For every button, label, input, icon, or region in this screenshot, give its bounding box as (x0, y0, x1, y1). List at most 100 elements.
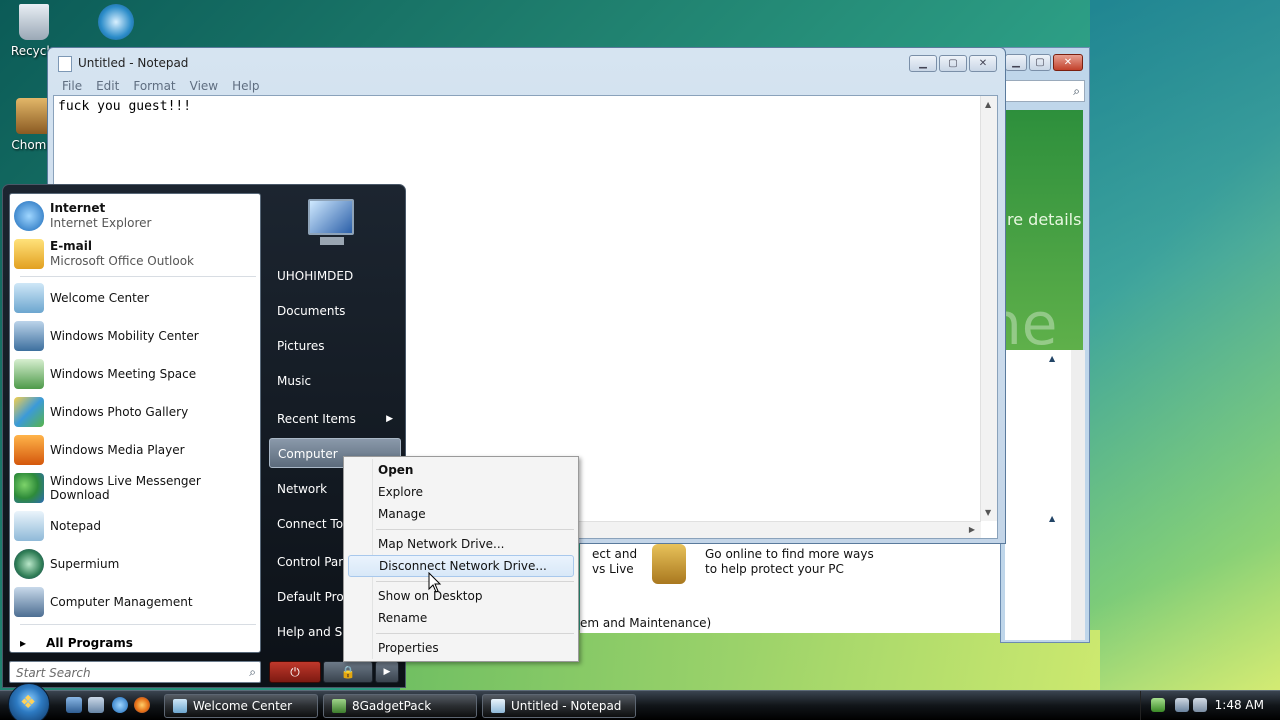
minimize-icon[interactable]: ▁ (909, 55, 937, 72)
menu-view[interactable]: View (190, 79, 218, 93)
start-right-recent-items[interactable]: Recent Items ▶ (269, 404, 401, 434)
scroll-down-icon[interactable]: ▼ (985, 508, 991, 517)
start-right-documents[interactable]: Documents (269, 296, 401, 326)
start-right-user[interactable]: UHOHIMDED (269, 261, 401, 291)
search-icon: ⌕ (1073, 84, 1080, 98)
menu-edit[interactable]: Edit (96, 79, 119, 93)
program-label: Windows Meeting Space (50, 367, 197, 381)
window-caption-buttons: ▁ ▢ ✕ (909, 55, 997, 72)
close-icon[interactable]: ✕ (1053, 54, 1083, 71)
taskbar-button-label: 8GadgetPack (352, 699, 432, 713)
program-item[interactable]: Windows Meeting Space (14, 356, 258, 392)
program-item[interactable]: Windows Mobility Center (14, 318, 258, 354)
all-programs-button[interactable]: ▸ All Programs (20, 636, 133, 650)
scroll-up-icon[interactable]: ▲ (985, 100, 991, 109)
meeting-space-icon (14, 359, 44, 389)
network-icon[interactable] (1175, 698, 1189, 712)
program-item[interactable]: Supermium (14, 546, 258, 582)
taskbar-button-8gadgetpack[interactable]: 8GadgetPack (323, 694, 477, 718)
firefox-icon[interactable] (134, 697, 150, 713)
desktop-icon-browser[interactable] (86, 4, 146, 44)
ctx-rename[interactable]: Rename (348, 607, 574, 629)
pinned-item-title: E-mail (50, 239, 93, 253)
scrollbar[interactable] (1071, 350, 1085, 640)
volume-muted-icon[interactable] (1193, 698, 1207, 712)
ctx-disconnect-network-drive[interactable]: Disconnect Network Drive... (348, 555, 574, 577)
ctx-properties[interactable]: Properties (348, 637, 574, 659)
menu-file[interactable]: File (62, 79, 82, 93)
shutdown-options-button[interactable]: ▶ (375, 661, 399, 683)
address-search-box[interactable]: ⌕ (1005, 80, 1085, 102)
program-label: Windows Live Messenger Download (50, 474, 201, 502)
taskbar-button-notepad[interactable]: Untitled - Notepad (482, 694, 636, 718)
chevron-right-icon: ▶ (383, 667, 391, 677)
lock-button[interactable]: 🔒 (323, 661, 373, 683)
search-icon[interactable]: ⌕ (249, 665, 256, 680)
program-item[interactable]: Windows Media Player (14, 432, 258, 468)
switch-windows-icon[interactable] (88, 697, 104, 713)
monitor-stand (320, 237, 344, 245)
internet-explorer-icon (14, 201, 44, 231)
peek-text: em and Maintenance) (580, 616, 712, 630)
program-item[interactable]: Windows Photo Gallery (14, 394, 258, 430)
search-placeholder: Start Search (16, 666, 91, 680)
bg-window-caption-buttons: ▁ ▢ ✕ (1005, 54, 1083, 71)
start-button[interactable] (8, 683, 50, 720)
menu-separator (376, 581, 574, 582)
show-desktop-icon[interactable] (66, 697, 82, 713)
start-menu-programs-pane: Internet Internet Explorer E-mail Microsof… (9, 193, 261, 653)
lock-icon (652, 544, 686, 584)
welcome-banner: re details ne (985, 110, 1083, 358)
ctx-manage[interactable]: Manage (348, 503, 574, 525)
window-title: Untitled - Notepad (78, 56, 189, 70)
taskbar-button-welcome-center[interactable]: Welcome Center (164, 694, 318, 718)
taskbar-button-label: Welcome Center (193, 699, 293, 713)
program-item[interactable]: Welcome Center (14, 280, 258, 316)
program-item[interactable]: Notepad (14, 508, 258, 544)
program-item[interactable]: Windows Live Messenger Download (14, 470, 258, 506)
program-item[interactable]: Computer Management (14, 584, 258, 620)
menu-separator (20, 624, 256, 625)
pinned-item-email[interactable]: E-mail Microsoft Office Outlook (14, 236, 258, 272)
wallpaper-streak (1090, 0, 1280, 690)
program-label: Computer Management (50, 595, 193, 609)
lock-icon: 🔒 (340, 665, 356, 679)
computer-user-picture (298, 195, 362, 253)
minimize-icon[interactable]: ▁ (1005, 54, 1027, 71)
scroll-right-icon[interactable]: ▶ (969, 525, 975, 534)
ctx-explore[interactable]: Explore (348, 481, 574, 503)
welcome-body: ▲ ▲ (1005, 350, 1085, 640)
outlook-icon (14, 239, 44, 269)
context-menu: Open Explore Manage Map Network Drive...… (343, 456, 579, 662)
collapse-up-icon[interactable]: ▲ (1049, 354, 1055, 363)
menu-bar: File Edit Format View Help (48, 76, 1005, 96)
menu-separator (376, 529, 574, 530)
monitor-icon (308, 199, 354, 235)
start-right-pictures[interactable]: Pictures (269, 331, 401, 361)
menu-separator (376, 633, 574, 634)
menu-format[interactable]: Format (133, 79, 175, 93)
program-label: Windows Mobility Center (50, 329, 199, 343)
pinned-item-internet[interactable]: Internet Internet Explorer (14, 198, 258, 234)
peek-text: ect and (592, 547, 638, 561)
maximize-icon[interactable]: ▢ (1029, 54, 1051, 71)
ctx-map-network-drive[interactable]: Map Network Drive... (348, 533, 574, 555)
ctx-open[interactable]: Open (348, 459, 574, 481)
security-link[interactable]: Go online to find more ways (705, 547, 874, 561)
maximize-icon[interactable]: ▢ (939, 55, 967, 72)
collapse-up-icon[interactable]: ▲ (1049, 514, 1055, 523)
close-icon[interactable]: ✕ (969, 55, 997, 72)
chevron-right-icon: ▶ (386, 414, 393, 424)
start-search-input[interactable]: Start Search ⌕ (9, 661, 261, 683)
ctx-show-on-desktop[interactable]: Show on Desktop (348, 585, 574, 607)
security-shield-icon[interactable] (1151, 698, 1165, 712)
menu-help[interactable]: Help (232, 79, 259, 93)
security-link[interactable]: to help protect your PC (705, 562, 844, 576)
vertical-scrollbar[interactable]: ▲ ▼ (980, 96, 997, 521)
power-button[interactable]: ⏻ (269, 661, 321, 683)
messenger-icon (14, 473, 44, 503)
start-right-music[interactable]: Music (269, 366, 401, 396)
background-explorer-window[interactable]: ▁ ▢ ✕ ⌕ re details ne ▲ ▲ (985, 47, 1090, 643)
clock[interactable]: 1:48 AM (1215, 698, 1264, 712)
internet-explorer-icon[interactable] (112, 697, 128, 713)
